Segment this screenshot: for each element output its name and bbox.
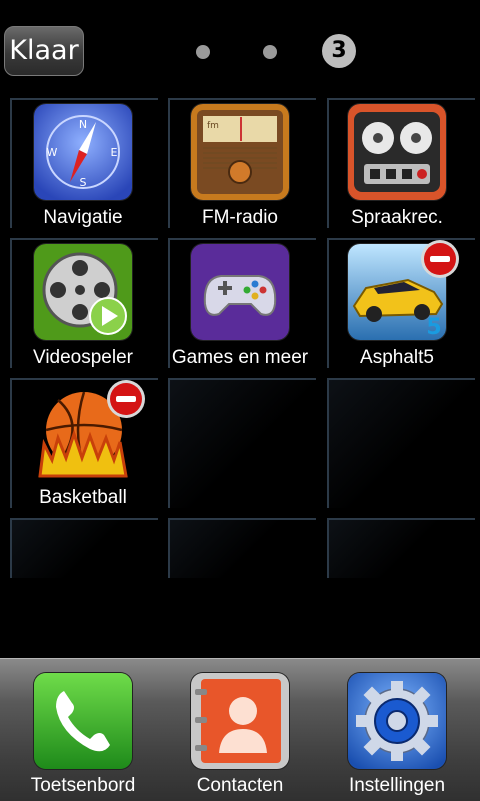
film-reel-icon [34, 244, 132, 340]
app-label: Games en meer [171, 347, 309, 368]
app-label: Navigatie [43, 207, 123, 228]
svg-text:N: N [79, 118, 87, 131]
svg-text:fm: fm [207, 121, 219, 131]
svg-text:E: E [111, 146, 118, 159]
app-label: Basketball [39, 487, 127, 508]
page-dot-current: 3 [322, 34, 356, 68]
page-dot-1[interactable] [196, 45, 210, 59]
contacts-book-icon [191, 673, 289, 769]
page-indicator: 3 [0, 34, 480, 70]
dock-label: Toetsenbord [30, 775, 136, 796]
app-label: Asphalt5 [360, 347, 434, 368]
svg-text:5: 5 [426, 315, 441, 340]
minus-icon [424, 243, 456, 275]
app-games-en-meer[interactable]: Games en meer [161, 244, 319, 369]
dock-contacten[interactable]: Contacten [161, 673, 319, 797]
app-label: FM-radio [201, 207, 278, 228]
app-fm-radio[interactable]: fm FM-radio [161, 104, 319, 229]
grid-slot-empty [10, 518, 158, 578]
gamepad-icon [191, 244, 289, 340]
minus-icon [110, 383, 142, 415]
settings-gear-icon [348, 673, 446, 769]
app-basketball[interactable]: Basketball [4, 380, 162, 509]
dock-instellingen[interactable]: Instellingen [318, 673, 476, 797]
remove-app-button[interactable] [107, 380, 145, 418]
grid-slot-empty [168, 378, 316, 508]
radio-icon: fm [191, 104, 289, 200]
grid-slot-empty [327, 378, 475, 508]
dock-toetsenbord[interactable]: Toetsenbord [4, 673, 162, 797]
compass-icon: N S W E [34, 104, 132, 200]
svg-text:W: W [47, 146, 58, 159]
app-navigatie[interactable]: N S W E Navigatie [4, 104, 162, 229]
tape-recorder-icon [348, 104, 446, 200]
dock-bar: Toetsenbord Contacten Instellingen [0, 658, 480, 801]
dock-label: Contacten [196, 775, 284, 796]
app-label: Videospeler [32, 347, 133, 368]
page-dot-2[interactable] [263, 45, 277, 59]
svg-text:S: S [80, 176, 87, 189]
grid-slot-empty [168, 518, 316, 578]
app-label: Spraakrec. [351, 207, 443, 228]
phone-icon [34, 673, 132, 769]
grid-slot-empty [327, 518, 475, 578]
app-asphalt5[interactable]: 5 Asphalt5 [318, 240, 476, 369]
app-spraakrec[interactable]: Spraakrec. [318, 104, 476, 229]
app-videospeler[interactable]: Videospeler [4, 244, 162, 369]
remove-app-button[interactable] [421, 240, 459, 278]
dock-label: Instellingen [348, 775, 446, 796]
